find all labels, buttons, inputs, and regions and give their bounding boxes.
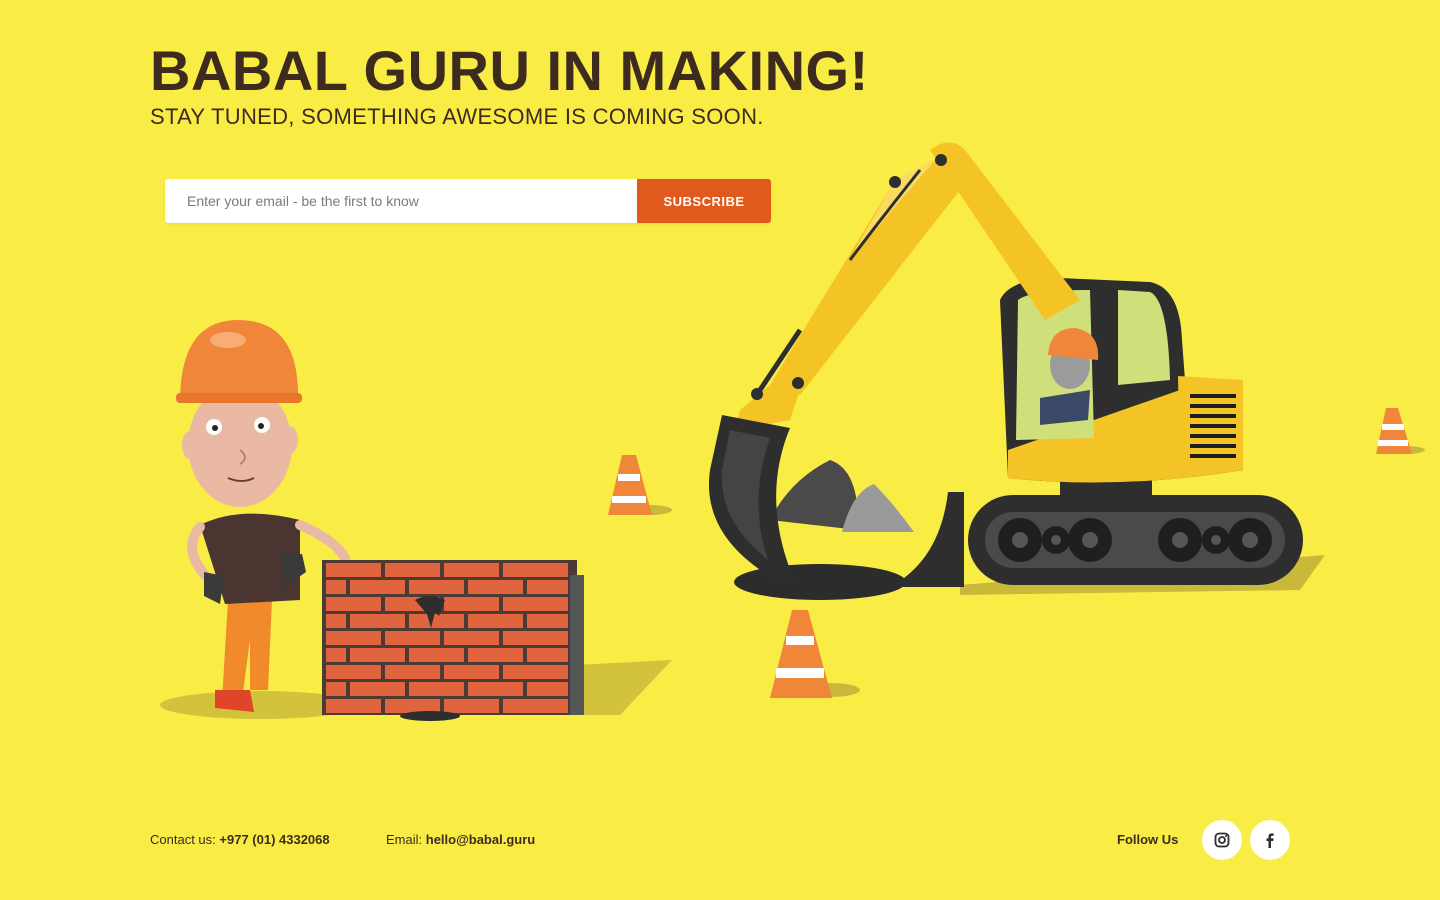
worker-figure [176,320,350,712]
traffic-cone [1376,408,1425,454]
instagram-icon [1214,832,1230,848]
email-info: Email: hello@babal.guru [386,832,535,847]
excavator [708,142,1325,600]
brick-wall [322,560,584,721]
traffic-cone [608,455,672,515]
construction-illustration [160,142,1425,721]
follow-us-label: Follow Us [1117,832,1179,847]
contact-phone-link[interactable]: +977 (01) 4332068 [219,832,329,847]
email-label: Email: [386,832,423,847]
email-link[interactable]: hello@babal.guru [426,832,535,847]
facebook-icon [1266,833,1274,848]
facebook-button[interactable] [1250,820,1290,860]
traffic-cone [770,610,860,698]
instagram-button[interactable] [1202,820,1242,860]
contact-info: Contact us: +977 (01) 4332068 [150,832,330,847]
contact-label: Contact us: [150,832,216,847]
